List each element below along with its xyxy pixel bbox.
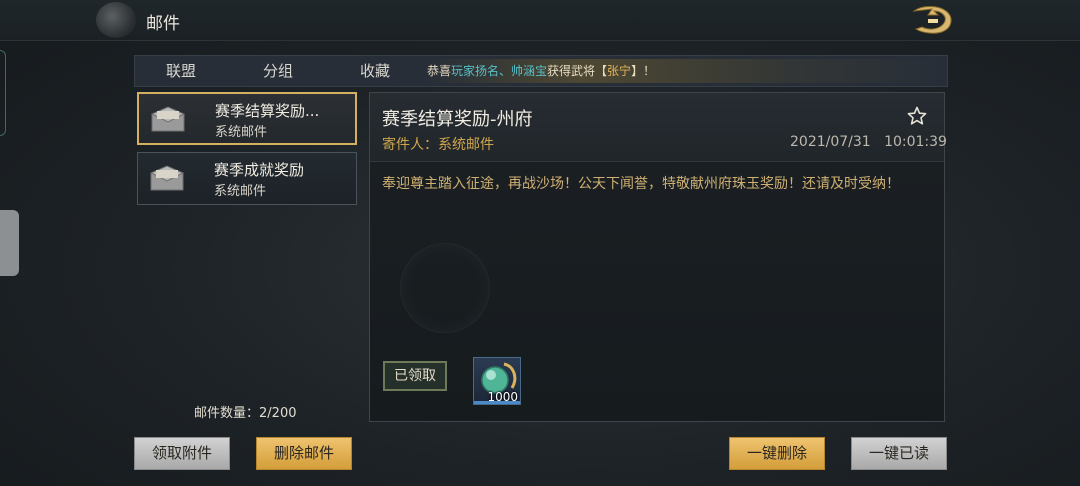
mail-detail-time: 10:01:39 [884,134,947,150]
back-dragon-icon[interactable] [908,3,958,37]
left-edge-indicator [0,50,6,136]
envelope-icon [151,106,185,132]
mail-subject: 赛季成就奖励 [214,161,305,179]
mail-count: 邮件数量：2/200 [194,402,296,421]
favorite-star-icon[interactable] [907,106,927,126]
broadcast-players: 玩家扬名、帅涵宝 [451,64,548,78]
page-title: 邮件 [146,14,180,34]
mail-detail-title: 赛季结算奖励-州府 [382,109,533,130]
watermark-emblem-icon [400,243,490,333]
mail-detail-sender: 寄件人：系统邮件 [382,137,494,153]
left-side-tab-handle[interactable] [0,210,19,276]
broadcast-banner: 恭喜玩家扬名、帅涵宝获得武将【张宁】！ [425,59,947,83]
mail-list-item-season-settlement[interactable]: 赛季结算奖励... 系统邮件 [137,92,357,145]
mail-tabs: 联盟 分组 收藏 恭喜玩家扬名、帅涵宝获得武将【张宁】！ [134,55,948,87]
top-bar: 邮件 [0,0,1080,41]
tab-alliance[interactable]: 联盟 [166,56,196,86]
mail-detail-panel: 赛季结算奖励-州府 寄件人：系统邮件 2021/07/31 10:01:39 奉… [369,92,947,422]
delete-mail-button[interactable]: 删除邮件 [256,437,352,470]
mail-detail-header: 赛季结算奖励-州府 寄件人：系统邮件 2021/07/31 10:01:39 [370,93,947,162]
mail-detail-timestamp: 2021/07/31 10:01:39 [790,134,947,150]
mark-all-read-button[interactable]: 一键已读 [851,437,947,470]
reward-rarity-bar [474,401,520,404]
reward-item-slot[interactable]: 1000 [473,357,521,405]
mail-emblem-icon [96,2,136,38]
tab-favorites[interactable]: 收藏 [360,56,390,86]
claim-attachment-button[interactable]: 领取附件 [134,437,230,470]
envelope-icon [150,165,184,191]
broadcast-general: 张宁 [607,64,632,78]
broadcast-prefix: 恭喜 [427,64,452,78]
mail-sender: 系统邮件 [215,125,268,140]
mail-list-item-season-achievement[interactable]: 赛季成就奖励 系统邮件 [137,152,357,205]
mail-count-label: 邮件数量： [194,406,260,421]
mail-detail-date: 2021/07/31 [790,134,871,150]
broadcast-suffix: 】！ [631,64,656,78]
mail-detail-body: 奉迎尊主踏入征途，再战沙场！公天下闻誉，特敬献州府珠玉奖励！还请及时受纳！ [382,176,900,192]
mail-count-value: 2/200 [259,406,297,421]
mail-subject: 赛季结算奖励... [215,102,320,120]
delete-all-button[interactable]: 一键删除 [729,437,825,470]
tab-group[interactable]: 分组 [263,56,293,86]
claimed-status-badge: 已领取 [383,361,447,391]
broadcast-middle: 获得武将【 [547,64,608,78]
mail-sender: 系统邮件 [214,184,267,199]
